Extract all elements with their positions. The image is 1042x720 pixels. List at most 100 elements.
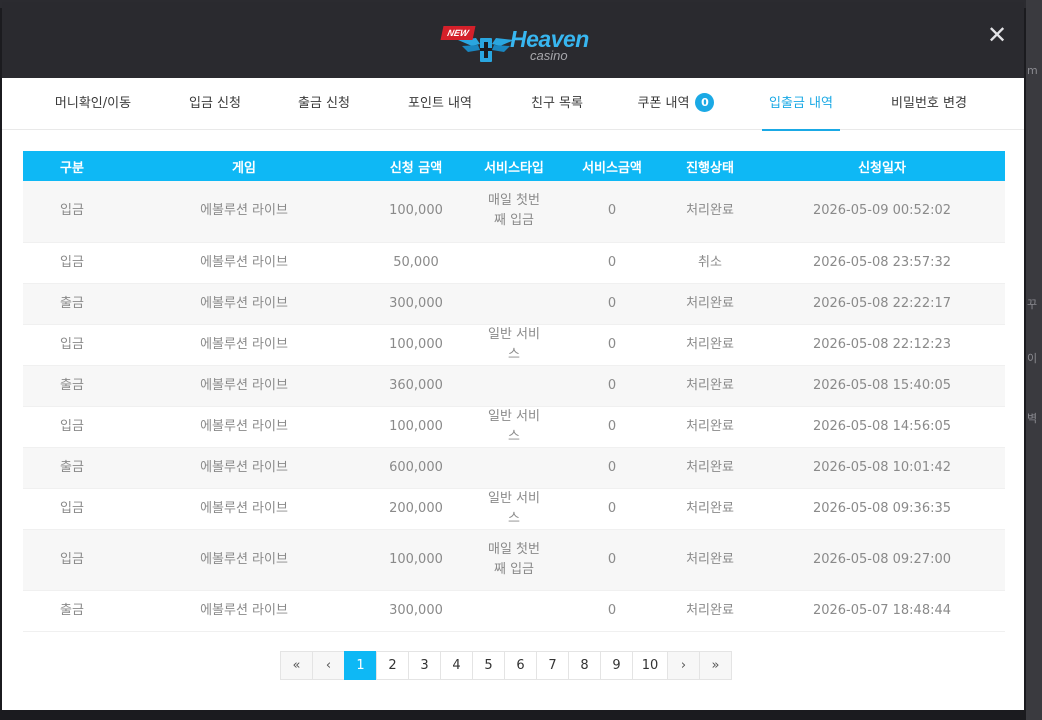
table-row: 입금 에볼루션 라이브 100,000 매일 첫번째 입금 0 처리완료 2026-05-0… bbox=[23, 529, 1005, 591]
cell-status: 취소 bbox=[661, 242, 759, 284]
cell-date: 2026-05-08 22:12:23 bbox=[759, 324, 1005, 366]
cell-game: 에볼루션 라이브 bbox=[121, 283, 367, 325]
cell-service-amount: 0 bbox=[563, 324, 661, 366]
cell-date: 2026-05-07 18:48:44 bbox=[759, 590, 1005, 632]
table-row: 출금 에볼루션 라이브 300,000 0 처리완료 2026-05-08 22:22:1… bbox=[23, 283, 1005, 325]
tab-friend-list[interactable]: 친구 목록 bbox=[502, 78, 612, 130]
cell-service-type bbox=[465, 283, 563, 325]
col-header-amount: 신청 금액 bbox=[367, 151, 465, 181]
col-header-game: 게임 bbox=[121, 151, 367, 181]
page-6-button[interactable]: 6 bbox=[504, 651, 537, 680]
brand-subtitle: casino bbox=[530, 48, 568, 63]
tab-label: 쿠폰 내역 bbox=[637, 96, 690, 111]
cell-amount: 300,000 bbox=[367, 590, 465, 632]
page-3-button[interactable]: 3 bbox=[408, 651, 441, 680]
page-10-button[interactable]: 10 bbox=[632, 651, 668, 680]
cell-type: 입금 bbox=[23, 529, 121, 591]
tab-deposit-request[interactable]: 입금 신청 bbox=[160, 78, 270, 130]
cell-type: 입금 bbox=[23, 242, 121, 284]
first-page-button[interactable]: « bbox=[280, 651, 313, 680]
tab-coupon-history[interactable]: 쿠폰 내역 0 bbox=[612, 78, 740, 130]
tab-point-history[interactable]: 포인트 내역 bbox=[378, 78, 502, 130]
cell-service-amount: 0 bbox=[563, 590, 661, 632]
cell-date: 2026-05-08 22:22:17 bbox=[759, 283, 1005, 325]
table-row: 입금 에볼루션 라이브 100,000 일반 서비스 0 처리완료 2026-05-08 2… bbox=[23, 324, 1005, 366]
bg-fragment: m bbox=[1027, 64, 1038, 77]
tab-withdraw-request[interactable]: 출금 신청 bbox=[270, 78, 378, 130]
tab-change-password[interactable]: 비밀번호 변경 bbox=[874, 78, 984, 130]
bg-fragment: 벽 bbox=[1027, 412, 1038, 425]
cell-game: 에볼루션 라이브 bbox=[121, 406, 367, 448]
table-row: 출금 에볼루션 라이브 360,000 0 처리완료 2026-05-08 15:40:0… bbox=[23, 365, 1005, 407]
new-badge: NEW bbox=[440, 26, 476, 40]
tab-label: 입출금 내역 bbox=[769, 96, 833, 111]
cell-game: 에볼루션 라이브 bbox=[121, 488, 367, 530]
background-right-edge: m 꾸 이 벽 bbox=[1026, 0, 1042, 720]
cell-type: 입금 bbox=[23, 181, 121, 243]
cell-status: 처리완료 bbox=[661, 590, 759, 632]
cell-game: 에볼루션 라이브 bbox=[121, 324, 367, 366]
cell-type: 입금 bbox=[23, 488, 121, 530]
page-8-button[interactable]: 8 bbox=[568, 651, 601, 680]
page-9-button[interactable]: 9 bbox=[600, 651, 633, 680]
cell-status: 처리완료 bbox=[661, 324, 759, 366]
deposit-withdraw-history-modal: NEW Heaven casino ✕ 머니확인/이동 입금 신청 출금 신청 … bbox=[2, 2, 1024, 710]
cell-amount: 200,000 bbox=[367, 488, 465, 530]
pagination: « ‹ 1 2 3 4 5 6 7 8 9 10 › » bbox=[280, 651, 732, 680]
cell-service-amount: 0 bbox=[563, 529, 661, 591]
cell-type: 입금 bbox=[23, 406, 121, 448]
table-row: 출금 에볼루션 라이브 600,000 0 처리완료 2026-05-08 10:01:4… bbox=[23, 447, 1005, 489]
cell-date: 2026-05-08 15:40:05 bbox=[759, 365, 1005, 407]
cell-service-type bbox=[465, 590, 563, 632]
cell-service-type bbox=[465, 365, 563, 407]
cell-status: 처리완료 bbox=[661, 406, 759, 448]
col-header-service-type: 서비스타입 bbox=[465, 151, 563, 181]
next-page-button[interactable]: › bbox=[667, 651, 700, 680]
heaven-casino-logo: NEW Heaven casino bbox=[438, 22, 598, 66]
cell-type: 출금 bbox=[23, 283, 121, 325]
page-2-button[interactable]: 2 bbox=[376, 651, 409, 680]
tab-money-check[interactable]: 머니확인/이동 bbox=[26, 78, 160, 130]
close-icon[interactable]: ✕ bbox=[984, 22, 1010, 48]
cell-service-amount: 0 bbox=[563, 181, 661, 243]
bg-fragment: 꾸 bbox=[1027, 298, 1038, 311]
cell-date: 2026-05-09 00:52:02 bbox=[759, 181, 1005, 243]
table-row: 입금 에볼루션 라이브 200,000 일반 서비스 0 처리완료 2026-05-08 0… bbox=[23, 488, 1005, 530]
cell-amount: 360,000 bbox=[367, 365, 465, 407]
prev-page-button[interactable]: ‹ bbox=[312, 651, 345, 680]
cell-service-type: 일반 서비스 bbox=[465, 406, 563, 448]
cell-game: 에볼루션 라이브 bbox=[121, 447, 367, 489]
cell-service-type: 매일 첫번째 입금 bbox=[465, 181, 563, 243]
cell-status: 처리완료 bbox=[661, 283, 759, 325]
cell-game: 에볼루션 라이브 bbox=[121, 590, 367, 632]
col-header-status: 진행상태 bbox=[661, 151, 759, 181]
modal-header: NEW Heaven casino ✕ bbox=[2, 2, 1024, 78]
cell-amount: 100,000 bbox=[367, 324, 465, 366]
coupon-count-badge: 0 bbox=[695, 93, 715, 112]
page-1-button[interactable]: 1 bbox=[344, 651, 377, 680]
cell-status: 처리완료 bbox=[661, 447, 759, 489]
table-row: 입금 에볼루션 라이브 100,000 매일 첫번째 입금 0 처리완료 2026-05-0… bbox=[23, 181, 1005, 243]
page-5-button[interactable]: 5 bbox=[472, 651, 505, 680]
cell-service-type bbox=[465, 242, 563, 284]
cell-service-type bbox=[465, 447, 563, 489]
cell-type: 출금 bbox=[23, 365, 121, 407]
table-header-row: 구분 게임 신청 금액 서비스타입 서비스금액 진행상태 신청일자 bbox=[23, 151, 1005, 181]
cell-type: 출금 bbox=[23, 590, 121, 632]
cell-game: 에볼루션 라이브 bbox=[121, 365, 367, 407]
tab-label: 포인트 내역 bbox=[408, 96, 472, 111]
cell-service-amount: 0 bbox=[563, 365, 661, 407]
page-7-button[interactable]: 7 bbox=[536, 651, 569, 680]
cell-service-amount: 0 bbox=[563, 283, 661, 325]
bg-fragment: 이 bbox=[1027, 352, 1038, 365]
cell-amount: 50,000 bbox=[367, 242, 465, 284]
cell-amount: 100,000 bbox=[367, 181, 465, 243]
tab-transaction-history[interactable]: 입출금 내역 bbox=[762, 78, 840, 131]
last-page-button[interactable]: » bbox=[699, 651, 732, 680]
cell-service-type: 일반 서비스 bbox=[465, 324, 563, 366]
cell-amount: 100,000 bbox=[367, 529, 465, 591]
tab-bar: 머니확인/이동 입금 신청 출금 신청 포인트 내역 친구 목록 쿠폰 내역 0 … bbox=[2, 78, 1024, 131]
page-4-button[interactable]: 4 bbox=[440, 651, 473, 680]
cell-status: 처리완료 bbox=[661, 181, 759, 243]
cell-service-amount: 0 bbox=[563, 406, 661, 448]
